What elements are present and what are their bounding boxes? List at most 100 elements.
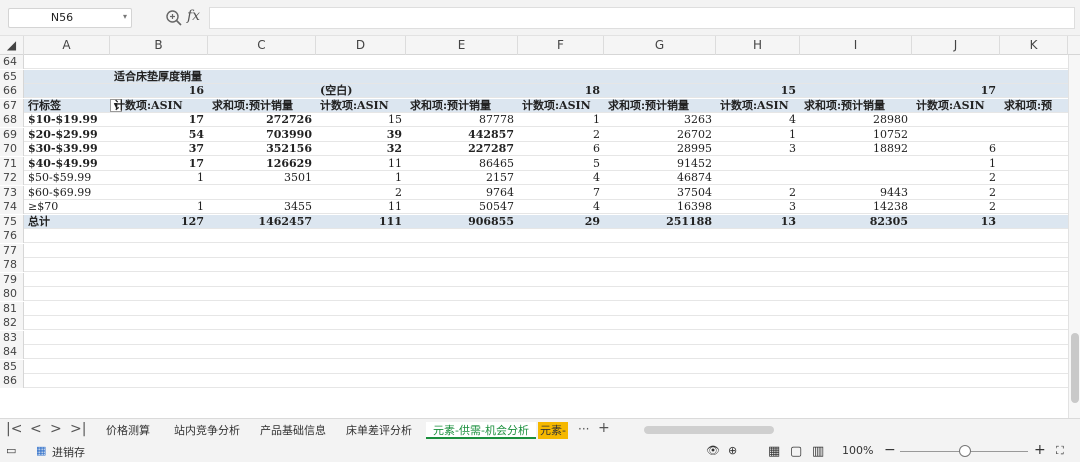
row-header[interactable]: 78 xyxy=(0,258,24,272)
cell-b74[interactable]: 1 xyxy=(110,200,208,214)
cell-e75[interactable]: 906855 xyxy=(406,215,518,229)
page-break-icon[interactable]: ▥ xyxy=(812,444,824,459)
cell-b66[interactable]: 16 xyxy=(110,84,208,98)
row-header[interactable]: 69 xyxy=(0,127,24,142)
cell-b67[interactable]: 计数项:ASIN xyxy=(110,99,208,113)
row-header[interactable]: 71 xyxy=(0,156,24,171)
cell-h73[interactable]: 2 xyxy=(716,186,800,200)
cell-a71[interactable]: $40-$49.99 xyxy=(24,157,110,171)
row-header[interactable]: 84 xyxy=(0,345,24,359)
row-header[interactable]: 77 xyxy=(0,243,24,258)
cell-b71[interactable]: 17 xyxy=(110,157,208,171)
add-sheet-icon[interactable]: + xyxy=(598,420,610,436)
cell-j70[interactable]: 6 xyxy=(912,142,1000,156)
column-header-e[interactable]: E xyxy=(406,36,518,55)
cell-j71[interactable]: 1 xyxy=(912,157,1000,171)
sheet-tab[interactable]: 站内竞争分析 xyxy=(164,422,250,439)
cell-a69[interactable]: $20-$29.99 xyxy=(24,128,110,142)
cell-h68[interactable]: 4 xyxy=(716,113,800,127)
cell-f71[interactable]: 5 xyxy=(518,157,604,171)
row-header[interactable]: 85 xyxy=(0,359,24,374)
cell-j73[interactable]: 2 xyxy=(912,186,1000,200)
column-header-d[interactable]: D xyxy=(316,36,406,55)
sheet-tab[interactable]: 元素- xyxy=(538,422,568,439)
cell-j75[interactable]: 13 xyxy=(912,215,1000,229)
last-sheet-icon[interactable]: >| xyxy=(70,421,86,437)
sheet-tab[interactable]: 价格测算 xyxy=(96,422,160,439)
cell-d69[interactable]: 39 xyxy=(316,128,406,142)
row-header[interactable]: 82 xyxy=(0,316,24,330)
cell-i70[interactable]: 18892 xyxy=(800,142,912,156)
row-header[interactable]: 68 xyxy=(0,113,24,127)
fullscreen-icon[interactable]: ⛶ xyxy=(1056,444,1064,458)
cell-a72[interactable]: $50-$59.99 xyxy=(24,171,110,185)
cell-c67[interactable]: 求和项:预计销量 xyxy=(208,99,316,113)
row-header[interactable]: 70 xyxy=(0,142,24,156)
cell-b68[interactable]: 17 xyxy=(110,113,208,127)
column-header-g[interactable]: G xyxy=(604,36,716,55)
globe-icon[interactable]: ⊕ xyxy=(728,444,737,457)
column-header-c[interactable]: C xyxy=(208,36,316,55)
column-header-k[interactable]: K xyxy=(1000,36,1068,55)
cell-c69[interactable]: 703990 xyxy=(208,128,316,142)
cell-e72[interactable]: 2157 xyxy=(406,171,518,185)
cell-e67[interactable]: 求和项:预计销量 xyxy=(406,99,518,113)
cell-f73[interactable]: 7 xyxy=(518,186,604,200)
cell-e73[interactable]: 9764 xyxy=(406,186,518,200)
cell-d71[interactable]: 11 xyxy=(316,157,406,171)
cell-b75[interactable]: 127 xyxy=(110,215,208,229)
cell-d66[interactable]: (空白) xyxy=(316,84,406,98)
horizontal-scroll-thumb[interactable] xyxy=(644,426,774,434)
cell-d68[interactable]: 15 xyxy=(316,113,406,127)
row-header[interactable]: 81 xyxy=(0,301,24,316)
cell-c75[interactable]: 1462457 xyxy=(208,215,316,229)
sheet-tab[interactable]: 床单差评分析 xyxy=(336,422,422,439)
cell-h74[interactable]: 3 xyxy=(716,200,800,214)
horizontal-scrollbar[interactable] xyxy=(634,424,1064,436)
cell-g68[interactable]: 3263 xyxy=(604,113,716,127)
row-header[interactable]: 80 xyxy=(0,287,24,301)
cell-d74[interactable]: 11 xyxy=(316,200,406,214)
cell-e71[interactable]: 86465 xyxy=(406,157,518,171)
column-header-b[interactable]: B xyxy=(110,36,208,55)
macro-record-icon[interactable]: ▭ xyxy=(6,444,16,457)
macro-label[interactable]: 进销存 xyxy=(52,444,85,460)
cell-d72[interactable]: 1 xyxy=(316,171,406,185)
first-sheet-icon[interactable]: |< xyxy=(6,421,22,437)
cell-h66[interactable]: 15 xyxy=(716,84,800,98)
select-all-corner[interactable]: ◢ xyxy=(0,36,24,55)
cell-f72[interactable]: 4 xyxy=(518,171,604,185)
cell-j67[interactable]: 计数项:ASIN xyxy=(912,99,1000,113)
row-header[interactable]: 74 xyxy=(0,200,24,214)
column-header-h[interactable]: H xyxy=(716,36,800,55)
cell-g72[interactable]: 46874 xyxy=(604,171,716,185)
cell-k67[interactable]: 求和项:预 xyxy=(1000,99,1068,113)
cell-b72[interactable]: 1 xyxy=(110,171,208,185)
sheet-tab[interactable]: 产品基础信息 xyxy=(250,422,336,439)
eye-icon[interactable]: 👁 xyxy=(706,444,720,457)
prev-sheet-icon[interactable]: < xyxy=(30,421,42,437)
cell-i74[interactable]: 14238 xyxy=(800,200,912,214)
cell-h67[interactable]: 计数项:ASIN xyxy=(716,99,800,113)
cell-g75[interactable]: 251188 xyxy=(604,215,716,229)
row-header[interactable]: 86 xyxy=(0,374,24,388)
cell-a70[interactable]: $30-$39.99 xyxy=(24,142,110,156)
zoom-in-icon[interactable]: + xyxy=(1034,442,1046,458)
cell-g69[interactable]: 26702 xyxy=(604,128,716,142)
cell-i75[interactable]: 82305 xyxy=(800,215,912,229)
zoom-out-icon[interactable]: − xyxy=(884,442,896,458)
page-layout-icon[interactable]: ▢ xyxy=(790,444,802,459)
zoom-level[interactable]: 100% xyxy=(842,444,873,457)
cell-i69[interactable]: 10752 xyxy=(800,128,912,142)
next-sheet-icon[interactable]: > xyxy=(50,421,62,437)
row-header[interactable]: 67 xyxy=(0,98,24,113)
cell-b70[interactable]: 37 xyxy=(110,142,208,156)
cell-f74[interactable]: 4 xyxy=(518,200,604,214)
cell-e69[interactable]: 442857 xyxy=(406,128,518,142)
cell-f67[interactable]: 计数项:ASIN xyxy=(518,99,604,113)
cell-g67[interactable]: 求和项:预计销量 xyxy=(604,99,716,113)
zoom-slider-knob[interactable] xyxy=(959,445,971,457)
column-header-j[interactable]: J xyxy=(912,36,1000,55)
row-header[interactable]: 65 xyxy=(0,69,24,84)
row-header[interactable]: 83 xyxy=(0,330,24,345)
